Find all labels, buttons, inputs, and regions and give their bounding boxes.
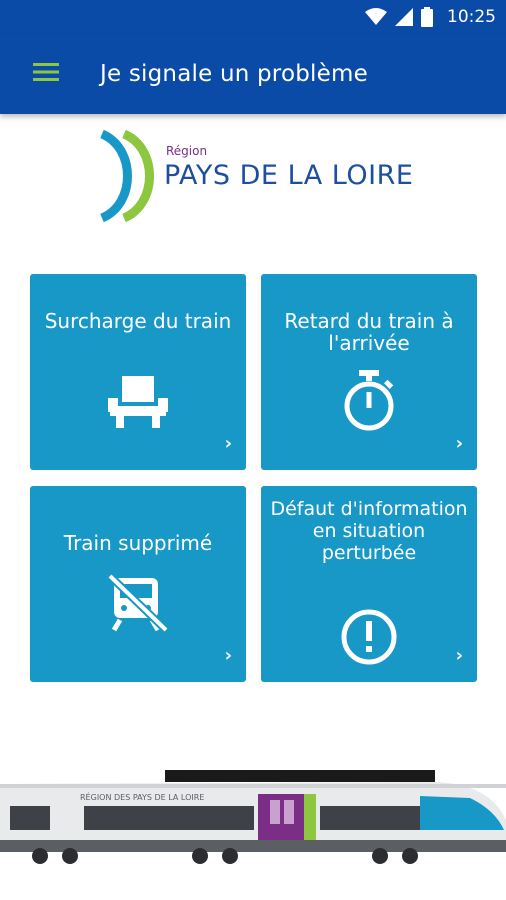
wifi-icon — [365, 8, 387, 26]
exclamation-circle-icon — [261, 608, 477, 666]
tile-defaut[interactable]: Défaut d'information en situation pertur… — [261, 486, 477, 682]
logo-region-text: Région — [166, 144, 208, 158]
tile-label: Défaut d'information en situation pertur… — [270, 498, 468, 564]
tile-retard[interactable]: Retard du train à l'arrivée › — [261, 274, 477, 470]
menu-button[interactable] — [14, 34, 78, 114]
signal-icon — [395, 8, 413, 26]
battery-icon — [421, 7, 433, 27]
tile-label: Train supprimé — [63, 531, 213, 555]
tile-label: Surcharge du train — [44, 309, 232, 333]
train-off-icon — [30, 574, 246, 632]
train-illustration: RÉGION DES PAYS DE LA LOIRE — [0, 770, 506, 864]
clock-time: 10:25 — [447, 7, 496, 27]
tile-label: Retard du train à l'arrivée — [284, 309, 454, 355]
app-bar: Je signale un problème — [0, 34, 506, 114]
logo-name-text: PAYS DE LA LOIRE — [164, 160, 414, 191]
chevron-right-icon: › — [224, 433, 232, 454]
stopwatch-icon — [261, 370, 477, 432]
region-logo: Région PAYS DE LA LOIRE — [96, 128, 416, 224]
tile-surcharge[interactable]: Surcharge du train › — [30, 274, 246, 470]
hamburger-menu-icon — [33, 62, 59, 86]
tile-supprime[interactable]: Train supprimé › — [30, 486, 246, 682]
logo-arcs-icon — [99, 129, 154, 223]
train-livery-text: RÉGION DES PAYS DE LA LOIRE — [80, 791, 204, 802]
status-bar: 10:25 — [0, 0, 506, 34]
chevron-right-icon: › — [455, 433, 463, 454]
chevron-right-icon: › — [224, 645, 232, 666]
chevron-right-icon: › — [455, 645, 463, 666]
seat-icon — [30, 376, 246, 428]
page-title: Je signale un problème — [100, 61, 368, 87]
